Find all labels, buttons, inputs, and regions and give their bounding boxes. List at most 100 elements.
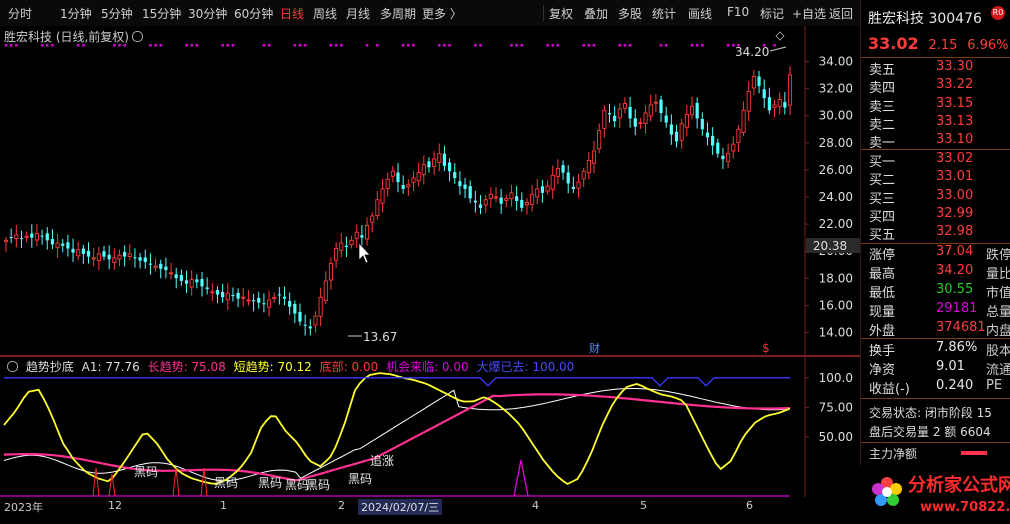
signal-dot — [401, 44, 405, 47]
quote-value: 29181 — [936, 301, 978, 316]
fuquan-button[interactable]: 复权 — [549, 5, 573, 22]
candle-body — [787, 74, 793, 106]
indicator-name[interactable]: 趋势抄底 — [26, 360, 74, 374]
candle-body — [159, 263, 163, 269]
finance-report-marker[interactable]: 财 — [589, 341, 600, 355]
indicator-settings-icon[interactable] — [7, 361, 18, 372]
tab-multi-period[interactable]: 多周期 — [380, 5, 416, 22]
candle-body — [493, 196, 499, 199]
candle-body — [24, 235, 29, 238]
toolbar-divider — [543, 5, 544, 21]
indicator-chart[interactable]: 100.075.0050.00黑码黑码 黑码 黑码黑码 黑码追涨 — [0, 356, 860, 512]
draw-line-button[interactable]: 画线 — [688, 5, 712, 22]
candle-body — [40, 235, 44, 237]
x-tick: 12 — [108, 499, 122, 512]
candle-body — [483, 199, 488, 206]
candle-body — [463, 184, 467, 189]
candle-body — [648, 104, 653, 117]
candle-body — [545, 185, 550, 192]
tab-monthly[interactable]: 月线 — [346, 5, 370, 22]
statistics-button[interactable]: 统计 — [652, 5, 676, 22]
y-tick-label: 18.00 — [819, 271, 853, 285]
tab-more[interactable]: 更多 〉 — [422, 5, 462, 22]
tab-weekly[interactable]: 周线 — [313, 5, 337, 22]
candle-body — [602, 109, 607, 129]
signal-dot — [267, 44, 271, 47]
f10-button[interactable]: F10 — [727, 5, 749, 19]
candle-body — [767, 97, 771, 111]
candle-body — [179, 275, 183, 281]
tab-30min[interactable]: 30分钟 — [188, 5, 227, 22]
tab-1min[interactable]: 1分钟 — [60, 5, 92, 22]
candle-body — [762, 89, 766, 99]
tab-5min[interactable]: 5分钟 — [101, 5, 133, 22]
signal-label: 黑码 — [306, 478, 330, 492]
signal-label: 黑码 — [214, 476, 238, 490]
dividend-marker[interactable]: $ — [762, 341, 770, 355]
candle-body — [520, 199, 524, 208]
candle-body — [783, 102, 787, 108]
settings-circle-icon[interactable] — [132, 31, 143, 42]
signal-dot — [262, 44, 266, 47]
candle-body — [66, 242, 70, 249]
candle-body — [257, 297, 261, 303]
candle-body — [607, 113, 612, 115]
candle-body — [659, 99, 663, 114]
multi-stock-button[interactable]: 多股 — [618, 5, 642, 22]
signal-dot — [154, 44, 157, 47]
signal-dot — [520, 44, 524, 47]
candle-body — [318, 296, 323, 317]
candle-body — [303, 324, 307, 326]
signal-dot — [303, 44, 307, 47]
candle-body — [169, 272, 174, 275]
signal-dot — [437, 44, 441, 47]
candle-body — [153, 265, 158, 268]
candle-body — [282, 296, 287, 299]
candle-body — [277, 294, 281, 296]
tab-15min[interactable]: 15分钟 — [142, 5, 181, 22]
y-tick-label: 28.00 — [819, 136, 853, 150]
candle-body — [55, 242, 60, 249]
candle-body — [9, 236, 13, 238]
candle-body — [751, 75, 756, 89]
candle-body — [622, 103, 627, 109]
candle-body — [406, 184, 411, 188]
candle-body — [370, 215, 375, 223]
tab-fenshi[interactable]: 分时 — [8, 5, 32, 22]
candle-body — [488, 193, 493, 199]
candle-body — [731, 143, 736, 152]
overlay-button[interactable]: 叠加 — [584, 5, 608, 22]
last-price: 33.02 — [868, 34, 919, 53]
mark-button[interactable]: 标记 — [760, 5, 784, 22]
signal-dot — [190, 44, 193, 47]
ask-value: 33.15 — [936, 95, 974, 111]
price-change: 2.15 — [928, 38, 958, 53]
y-tick-label: 34.00 — [819, 55, 853, 69]
stat-value: 0.240 — [936, 378, 974, 393]
bid-label: 买四 — [869, 209, 896, 225]
add-watchlist-button[interactable]: +自选 — [792, 5, 826, 22]
candle-body — [432, 158, 437, 167]
candle-body — [746, 90, 751, 112]
candle-body — [711, 136, 715, 146]
candlestick-chart[interactable]: 34.0032.0030.0028.0026.0024.0022.0020.00… — [0, 26, 860, 356]
signal-dot — [412, 44, 415, 47]
candle-body — [581, 170, 586, 180]
high-annotation: 34.20 — [735, 45, 769, 59]
quote-label: 现量 — [869, 305, 896, 320]
ask-label: 卖三 — [869, 99, 896, 115]
candle-body — [45, 233, 49, 241]
r0-badge[interactable]: R0 — [991, 6, 1005, 20]
back-button[interactable]: 返回 — [829, 5, 853, 22]
bid-value: 32.98 — [936, 224, 974, 240]
quote-extra-label: 量比 — [986, 267, 1010, 282]
tab-60min[interactable]: 60分钟 — [234, 5, 273, 22]
candle-body — [184, 280, 189, 284]
signal-dot — [587, 44, 591, 47]
tab-daily[interactable]: 日线 — [280, 5, 304, 22]
candle-body — [535, 188, 540, 198]
signal-dot — [659, 44, 663, 47]
candle-body — [86, 250, 91, 257]
flower-logo-icon — [872, 477, 902, 506]
candle-body — [81, 248, 85, 254]
